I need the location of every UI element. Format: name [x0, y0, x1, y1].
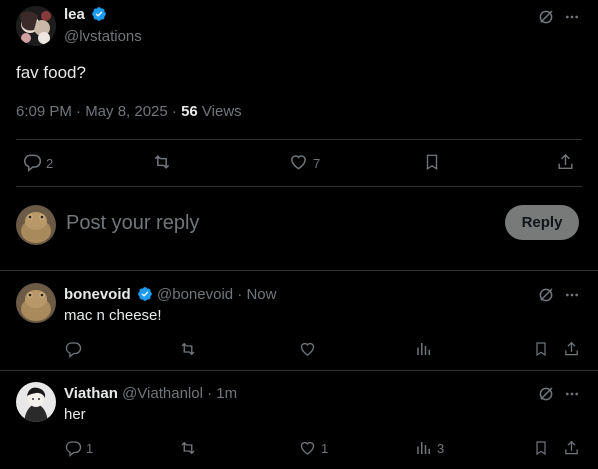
bookmark-icon[interactable] [533, 340, 549, 358]
repost-icon[interactable] [178, 340, 198, 358]
reply-author-handle[interactable]: @bonevoid [157, 286, 233, 303]
like-icon[interactable] [298, 340, 317, 358]
divider [0, 270, 598, 271]
reply-header: bonevoid @bonevoid · Now [64, 286, 276, 306]
divider [16, 186, 582, 187]
post-author-name[interactable]: lea [64, 6, 85, 23]
reply-author-name[interactable]: Viathan [64, 385, 118, 402]
divider [0, 370, 598, 371]
more-options-icon[interactable] [564, 386, 580, 402]
share-icon[interactable] [563, 340, 580, 358]
grok-icon[interactable] [537, 286, 555, 304]
reply-time[interactable]: · 1m [203, 385, 237, 402]
reply-header: Viathan @Viathanlol · 1m [64, 385, 237, 402]
views-label: Views [197, 103, 242, 120]
views-icon[interactable] [415, 340, 433, 358]
bookmark-icon[interactable] [423, 152, 441, 172]
repost-icon[interactable] [151, 152, 173, 172]
views-count: 56 [181, 103, 198, 120]
reply-text: her [64, 406, 86, 423]
reply-time[interactable]: · Now [233, 286, 276, 303]
post-timestamp[interactable]: 6:09 PM · May 8, 2025 · [16, 103, 181, 120]
reply-input[interactable]: Post your reply [66, 212, 199, 235]
repost-icon[interactable] [178, 439, 198, 457]
reply-count: 2 [46, 156, 54, 171]
post-author-handle[interactable]: @lvstations [64, 28, 142, 45]
divider [16, 139, 582, 140]
bookmark-icon[interactable] [533, 439, 549, 457]
views-icon[interactable] [415, 439, 433, 457]
post-author-avatar[interactable] [16, 6, 56, 46]
reply-author-avatar[interactable] [16, 283, 56, 323]
post-text: fav food? [16, 63, 86, 82]
composer-avatar[interactable] [16, 205, 56, 245]
views-count: 3 [437, 441, 445, 456]
reply-count: 1 [86, 441, 94, 456]
share-icon[interactable] [563, 439, 580, 457]
reply-icon[interactable] [22, 152, 42, 172]
reply-icon[interactable] [64, 340, 82, 358]
like-count: 7 [313, 156, 321, 171]
more-options-icon[interactable] [564, 287, 580, 303]
like-icon[interactable] [298, 439, 317, 457]
reply-button[interactable]: Reply [505, 205, 579, 240]
share-icon[interactable] [556, 152, 575, 172]
verified-badge-icon [91, 6, 107, 26]
post-meta: 6:09 PM · May 8, 2025 · 56 Views [16, 103, 242, 120]
like-count: 1 [321, 441, 329, 456]
reply-author-avatar[interactable] [16, 382, 56, 422]
grok-icon[interactable] [537, 385, 555, 403]
grok-icon[interactable] [537, 8, 555, 26]
reply-author-name[interactable]: bonevoid [64, 286, 131, 303]
reply-author-handle[interactable]: @Viathanlol [122, 385, 203, 402]
reply-icon[interactable] [64, 439, 82, 457]
verified-badge-icon [137, 286, 153, 306]
reply-text: mac n cheese! [64, 307, 162, 324]
more-options-icon[interactable] [564, 9, 580, 25]
like-icon[interactable] [288, 152, 309, 172]
